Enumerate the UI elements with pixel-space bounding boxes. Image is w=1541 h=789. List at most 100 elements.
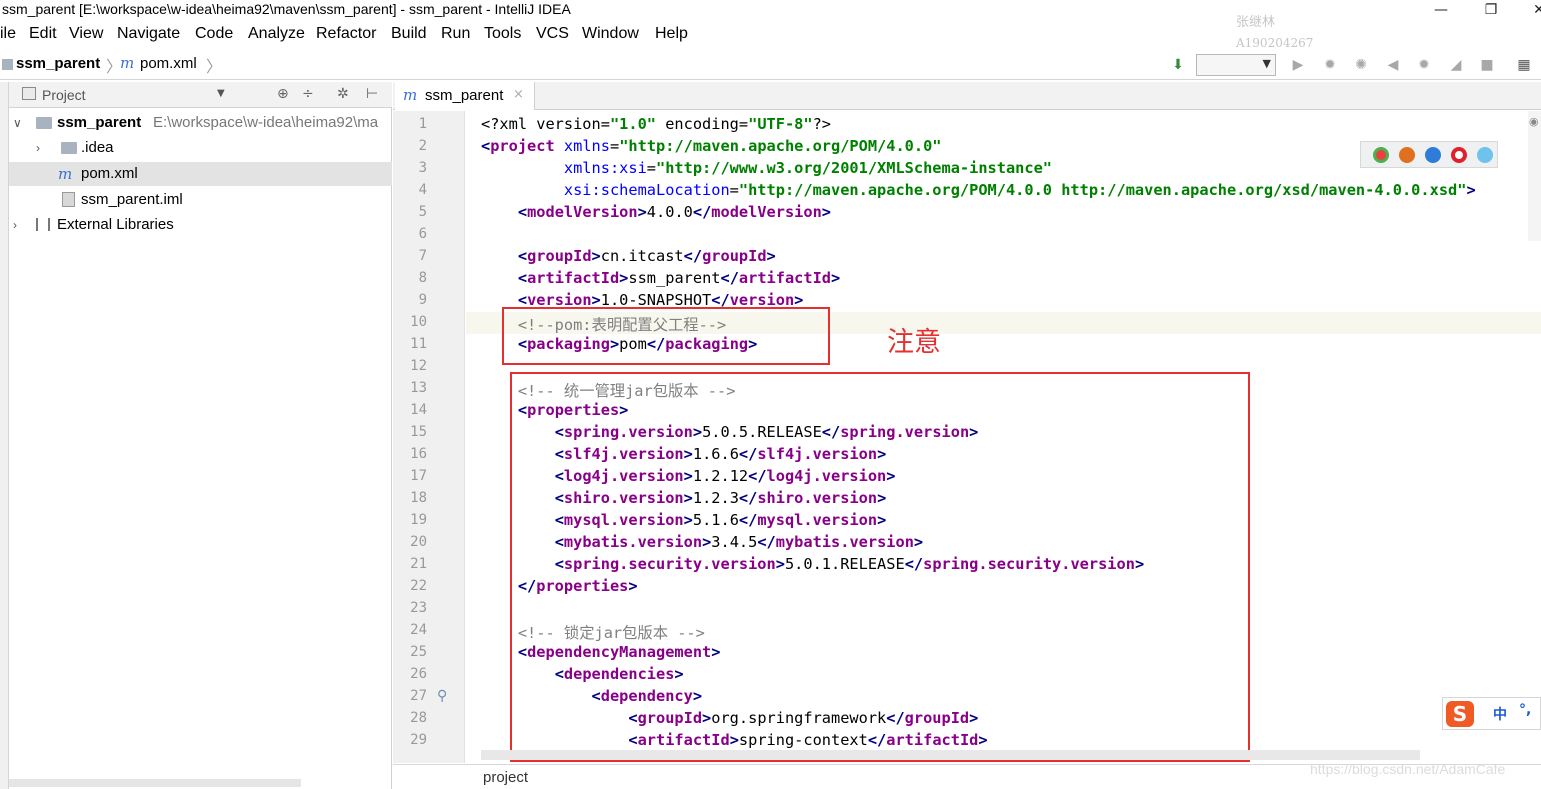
menu-refactor[interactable]: Refactor [316,25,376,43]
safari-icon[interactable] [1425,147,1441,163]
module-folder-icon [2,59,13,70]
project-panel-scrollbar[interactable] [9,779,301,787]
line-number: 6 [418,226,427,242]
ie-icon[interactable] [1477,147,1493,163]
locate-icon[interactable]: ⊕ [277,86,289,102]
tree-item-iml[interactable]: ssm_parent.iml [9,188,392,212]
chevron-down-icon[interactable]: ∨ [13,111,22,135]
tree-item-external-libraries[interactable]: › External Libraries [9,213,392,237]
menu-file[interactable]: ile [0,25,16,43]
menu-view[interactable]: View [69,25,103,43]
project-panel: Project ▼ ⊕ ÷ ✲ ⊢ ∨ ssm_parent E:\worksp… [9,82,392,789]
line-number: 5 [418,204,427,220]
menu-tools[interactable]: Tools [484,25,521,43]
chevron-down-icon: ▼ [1262,57,1271,70]
stop-icon[interactable]: ■ [1477,56,1497,74]
breadcrumb-project[interactable]: ssm_parent [16,55,100,72]
maven-file-icon: m [58,165,73,183]
sogou-logo-icon: S [1446,701,1474,727]
menu-vcs[interactable]: VCS [536,25,569,43]
close-icon[interactable]: × [513,87,524,102]
tab-pom[interactable]: m ssm_parent × [395,82,535,110]
editor-horizontal-scrollbar[interactable] [481,750,1420,760]
ime-mode[interactable]: 中 [1493,704,1507,724]
annotation-text: 注意 [887,327,941,358]
hide-panel-icon[interactable]: ⊢ [366,86,378,102]
module-folder-icon [36,117,52,129]
line-number: 12 [410,358,427,374]
coverage-icon[interactable]: ✺ [1351,56,1371,74]
line-number: 26 [410,666,427,682]
menu-analyze[interactable]: Analyze [248,25,305,43]
maven-file-icon: m [403,86,418,104]
project-structure-icon[interactable]: ▦ [1514,56,1534,74]
ime-toolbar[interactable]: S 中 °, [1442,697,1541,730]
chevron-down-icon[interactable]: ▼ [217,88,225,99]
tree-item-label: External Libraries [57,216,174,233]
code-line[interactable]: <groupId>cn.itcast</groupId> [481,247,776,265]
eye-icon[interactable]: ◉ [1529,115,1539,128]
line-number: 15 [410,424,427,440]
line-number: 1 [418,116,427,132]
library-icon [36,218,50,231]
firefox-icon[interactable] [1399,147,1415,163]
iml-file-icon [62,192,75,207]
tree-item-idea[interactable]: › .idea [9,136,392,160]
menu-window[interactable]: Window [582,25,639,43]
tree-item-label: ssm_parent [57,114,142,131]
collapse-all-icon[interactable]: ÷ [302,86,314,102]
code-line[interactable]: xsi:schemaLocation="http://maven.apache.… [481,181,1476,199]
build-icon[interactable]: ⬇ [1168,56,1188,74]
line-number: 14 [410,402,427,418]
opera-icon[interactable] [1451,147,1467,163]
menu-build[interactable]: Build [391,25,427,43]
menu-edit[interactable]: Edit [29,25,57,43]
chevron-right-icon[interactable]: › [13,213,17,237]
line-number: 29 [410,732,427,748]
line-number: 7 [418,248,427,264]
code-line[interactable]: <artifactId>ssm_parent</artifactId> [481,269,840,287]
editor-tabs: m ssm_parent × [393,82,1541,110]
run-configuration-select[interactable]: ▼ [1196,54,1276,76]
tree-item-ssm-parent[interactable]: ∨ ssm_parent E:\workspace\w-idea\heima92… [9,111,392,135]
csdn-watermark: https://blog.csdn.net/AdamCafe [1310,761,1506,777]
code-line[interactable]: <project xmlns="http://maven.apache.org/… [481,137,942,155]
profile-icon[interactable]: ◀ [1383,56,1403,74]
code-line[interactable]: <modelVersion>4.0.0</modelVersion> [481,203,831,221]
tree-item-label: pom.xml [81,165,138,182]
ime-punctuation[interactable]: °, [1519,702,1531,718]
debug-icon[interactable]: ✹ [1320,56,1340,74]
code-line[interactable]: <?xml version="1.0" encoding="UTF-8"?> [481,115,831,133]
build-artifacts-icon[interactable]: ◢ [1446,56,1466,74]
breadcrumb-separator-icon: 〉 [206,57,223,76]
implemented-icon[interactable]: ⚲ [437,688,447,704]
minimize-button[interactable]: — [1426,0,1456,22]
project-panel-header: Project ▼ ⊕ ÷ ✲ ⊢ [9,82,392,108]
chrome-icon[interactable] [1373,147,1389,163]
menu-code[interactable]: Code [195,25,233,43]
tree-item-pom[interactable]: m pom.xml [9,162,392,186]
run-icon[interactable]: ▶ [1288,56,1308,74]
project-view-icon [22,87,36,100]
line-number: 23 [410,600,427,616]
attach-debugger-icon[interactable]: ✹ [1414,56,1434,74]
close-button[interactable]: ✕ [1524,0,1541,22]
breadcrumb-file[interactable]: pom.xml [140,55,197,72]
restore-button[interactable]: ❐ [1476,0,1506,22]
breadcrumb-status[interactable]: project [483,769,528,786]
code-line[interactable]: xmlns:xsi="http://www.w3.org/2001/XMLSch… [481,159,1052,177]
chevron-right-icon[interactable]: › [36,136,40,160]
menu-help[interactable]: Help [655,25,688,43]
navigation-bar: ssm_parent 〉 m pom.xml 〉 [0,50,1541,80]
menu-run[interactable]: Run [441,25,470,43]
line-number: 24 [410,622,427,638]
tree-item-label: .idea [81,139,114,156]
tree-item-path: E:\workspace\w-idea\heima92\ma [153,114,379,131]
menu-navigate[interactable]: Navigate [117,25,180,43]
gear-icon[interactable]: ✲ [337,86,349,102]
project-panel-title[interactable]: Project [42,87,86,103]
line-number: 4 [418,182,427,198]
line-number: 13 [410,380,427,396]
folder-icon [61,142,77,154]
line-number: 28 [410,710,427,726]
